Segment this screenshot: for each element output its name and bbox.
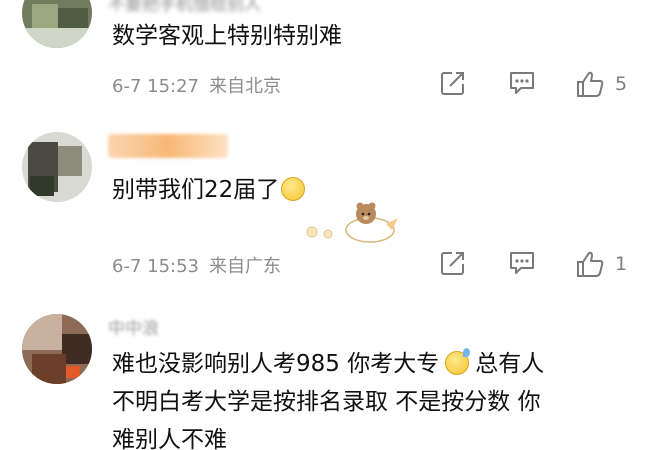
comment-location: 来自北京 xyxy=(209,76,281,97)
comment-meta: 6-7 15:53 来自广东 xyxy=(112,252,281,278)
comment-2: 别带我们22届了 6-7 15:53 来自广东 1 xyxy=(0,130,650,300)
share-icon xyxy=(441,252,464,275)
avatar[interactable] xyxy=(22,132,92,202)
comment-actions: 1 xyxy=(440,250,640,280)
like-button[interactable]: 1 xyxy=(575,250,627,278)
comment-icon xyxy=(510,252,534,274)
sweat-emoji xyxy=(445,347,471,375)
like-icon xyxy=(577,71,604,97)
bear-on-bird-sticker xyxy=(306,202,398,243)
comment-icon xyxy=(510,72,534,94)
comment-actions: 5 xyxy=(440,70,640,100)
comment-text-segment: 难也没影响别人考985 你考大专 xyxy=(112,351,440,377)
comment-text-segment: 总有人 xyxy=(475,351,545,377)
comment-3: 中中浪 难也没影响别人考985 你考大专 总有人 不明白考大学是按排名录取 不是按… xyxy=(0,310,650,450)
comment-text-line-1: 难也没影响别人考985 你考大专 总有人 xyxy=(112,347,545,380)
comment-text: 别带我们22届了 xyxy=(112,174,306,206)
comment-text: 数学客观上特别特别难 xyxy=(112,23,342,49)
comment-date: 6-7 15:53 xyxy=(112,256,199,277)
comment-feed: 不要把手机借给别人 数学客观上特别特别难 6-7 15:27 来自北京 5 别带… xyxy=(0,0,650,450)
comment-1: 不要把手机借给别人 数学客观上特别特别难 6-7 15:27 来自北京 5 xyxy=(0,0,650,120)
comment-text-body: 别带我们22届了 xyxy=(112,177,280,203)
avatar[interactable] xyxy=(22,0,92,48)
comment-meta: 6-7 15:27 来自北京 xyxy=(112,72,281,98)
comment-button[interactable] xyxy=(508,250,536,276)
like-count: 5 xyxy=(615,73,628,95)
share-button[interactable] xyxy=(440,70,466,96)
like-icon xyxy=(577,251,604,277)
avatar[interactable] xyxy=(22,314,92,384)
like-count: 1 xyxy=(615,253,628,275)
share-icon xyxy=(441,72,464,95)
username[interactable]: 中中浪 xyxy=(108,314,159,339)
username[interactable]: 不要把手机借给别人 xyxy=(108,0,261,15)
username-redacted[interactable] xyxy=(108,134,228,158)
comment-text-line-3: 难别人不难 xyxy=(112,427,227,450)
comment-text-line-2: 不明白考大学是按排名录取 不是按分数 你 xyxy=(112,389,541,415)
share-button[interactable] xyxy=(440,250,466,276)
comment-date: 6-7 15:27 xyxy=(112,76,199,97)
comment-location: 来自广东 xyxy=(209,256,281,277)
comment-button[interactable] xyxy=(508,70,536,96)
like-button[interactable]: 5 xyxy=(575,70,627,98)
